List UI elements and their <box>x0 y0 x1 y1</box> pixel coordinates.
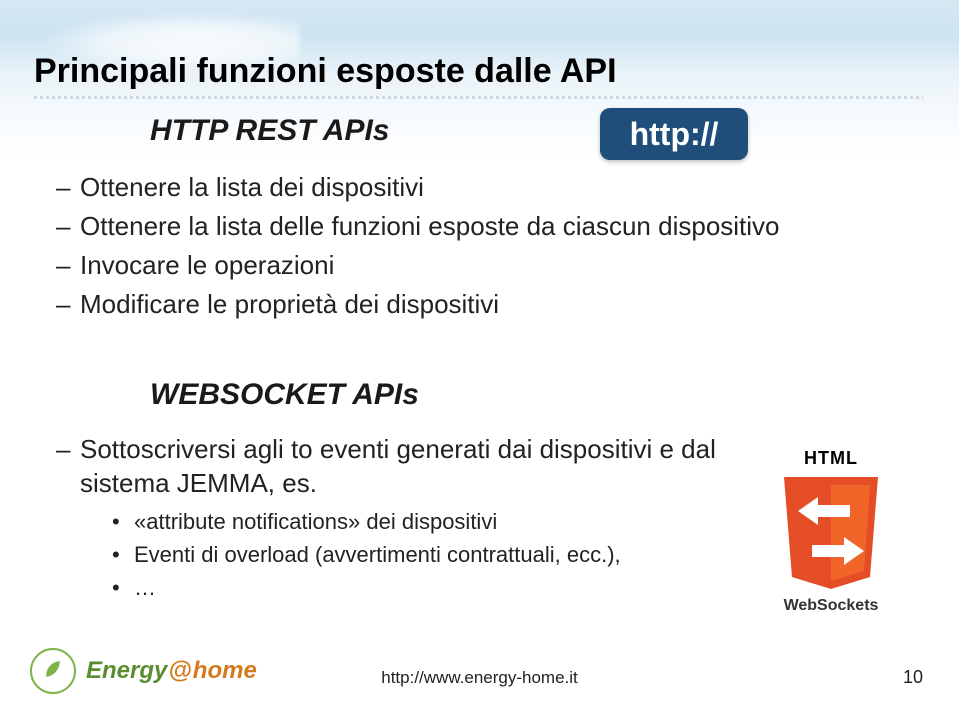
bullet-text: Ottenere la lista dei dispositivi <box>80 170 424 205</box>
bullet-dot-icon: • <box>112 507 134 536</box>
html5-websockets-badge: HTML WebSockets <box>760 448 902 615</box>
page-number: 10 <box>903 667 923 688</box>
websocket-bullets: – Sottoscriversi agli to eventi generati… <box>56 432 759 606</box>
list-item: – Invocare le operazioni <box>56 248 923 283</box>
list-item: – Sottoscriversi agli to eventi generati… <box>56 432 759 501</box>
bullet-dot-icon: • <box>112 573 134 602</box>
sub-bullet-text: … <box>134 573 156 602</box>
dash-icon: – <box>56 209 80 244</box>
bullet-text: Modificare le proprietà dei dispositivi <box>80 287 499 322</box>
dash-icon: – <box>56 432 80 466</box>
list-item: • «attribute notifications» dei disposit… <box>112 507 759 536</box>
list-item: – Ottenere la lista delle funzioni espos… <box>56 209 923 244</box>
slide-title: Principali funzioni esposte dalle API <box>34 52 617 91</box>
list-item: • Eventi di overload (avvertimenti contr… <box>112 540 759 569</box>
footer-url: http://www.energy-home.it <box>0 668 959 688</box>
bullet-text: Invocare le operazioni <box>80 248 334 283</box>
list-item: – Ottenere la lista dei dispositivi <box>56 170 923 205</box>
sub-bullet-text: Eventi di overload (avvertimenti contrat… <box>134 540 621 569</box>
dash-icon: – <box>56 287 80 322</box>
rest-apis-heading: HTTP REST APIs <box>150 114 389 148</box>
dash-icon: – <box>56 248 80 283</box>
dash-icon: – <box>56 170 80 205</box>
list-item: • … <box>112 573 759 602</box>
list-item: – Modificare le proprietà dei dispositiv… <box>56 287 923 322</box>
title-underline <box>34 96 923 99</box>
html5-shield-icon <box>776 473 886 593</box>
sub-bullets: • «attribute notifications» dei disposit… <box>112 507 759 602</box>
http-badge: http:// <box>600 108 748 160</box>
bullet-text: Sottoscriversi agli to eventi generati d… <box>80 432 759 501</box>
sub-bullet-text: «attribute notifications» dei dispositiv… <box>134 507 497 536</box>
bullet-dot-icon: • <box>112 540 134 569</box>
websocket-apis-heading: WEBSOCKET APIs <box>150 378 419 412</box>
slide: Principali funzioni esposte dalle API HT… <box>0 0 959 718</box>
rest-bullets: – Ottenere la lista dei dispositivi – Ot… <box>56 170 923 326</box>
bullet-text: Ottenere la lista delle funzioni esposte… <box>80 209 780 244</box>
html5-label: HTML <box>760 448 902 469</box>
websockets-label: WebSockets <box>760 597 902 615</box>
